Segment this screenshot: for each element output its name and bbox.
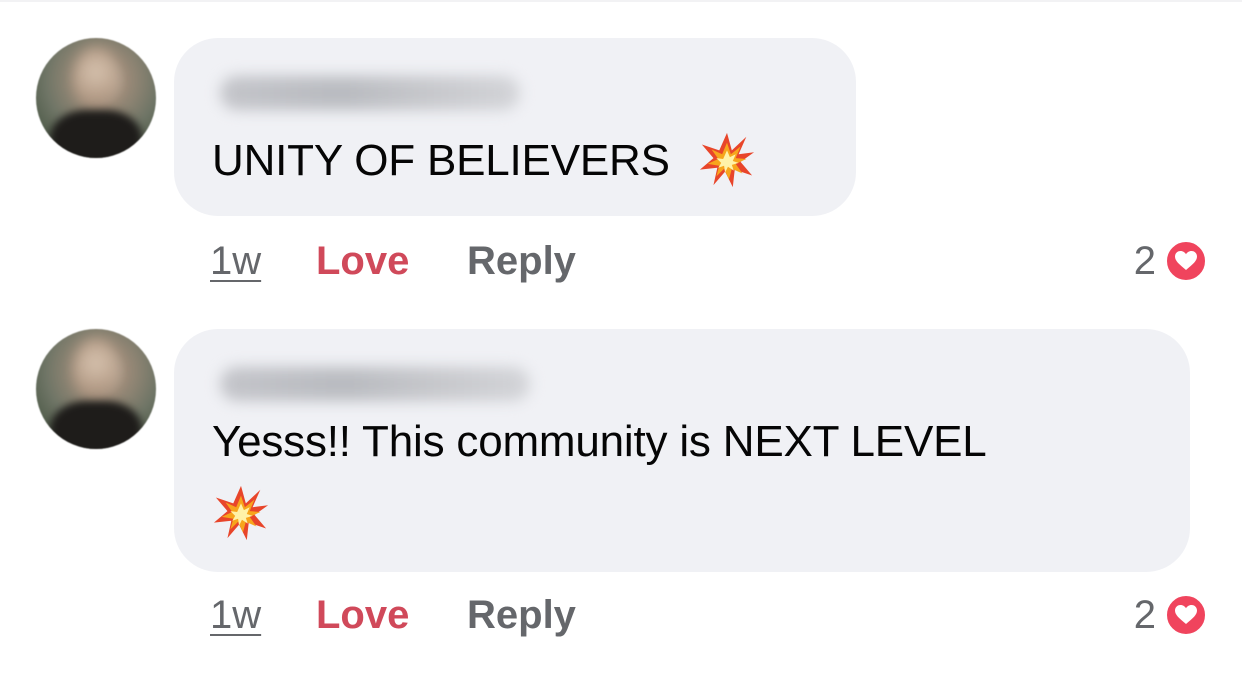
love-button[interactable]: Love <box>316 236 409 286</box>
heart-icon <box>1164 239 1208 283</box>
comment-text: UNITY OF BELIEVERS <box>212 132 756 190</box>
comment-text-content: Yesss!! This community is NEXT LEVEL <box>212 417 987 466</box>
avatar[interactable] <box>36 38 156 158</box>
divider <box>0 0 1242 2</box>
comment-text: Yesss!! This community is NEXT LEVEL <box>212 413 987 471</box>
comment-actions: 1w Love Reply <box>210 590 610 640</box>
collision-burst-icon <box>213 485 269 541</box>
comment-text-content: UNITY OF BELIEVERS <box>212 136 670 185</box>
comment-actions: 1w Love Reply <box>210 236 610 286</box>
author-name-redacted[interactable] <box>220 76 520 110</box>
heart-icon <box>1164 593 1208 637</box>
avatar[interactable] <box>36 329 156 449</box>
comment-thread: UNITY OF BELIEVERS 1w Love Reply 2 Yesss… <box>0 0 1242 679</box>
reply-button[interactable]: Reply <box>467 590 576 640</box>
timestamp-link[interactable]: 1w <box>210 590 261 640</box>
reaction-summary[interactable]: 2 <box>1088 590 1208 640</box>
reaction-count: 2 <box>1133 593 1156 637</box>
collision-burst-icon <box>699 133 754 188</box>
author-name-redacted[interactable] <box>220 367 530 401</box>
love-button[interactable]: Love <box>316 590 409 640</box>
reaction-summary[interactable]: 2 <box>1088 236 1208 286</box>
comment-bubble[interactable]: UNITY OF BELIEVERS <box>174 38 856 216</box>
timestamp-link[interactable]: 1w <box>210 236 261 286</box>
reply-button[interactable]: Reply <box>467 236 576 286</box>
reaction-count: 2 <box>1133 239 1156 283</box>
comment-bubble[interactable]: Yesss!! This community is NEXT LEVEL <box>174 329 1190 572</box>
